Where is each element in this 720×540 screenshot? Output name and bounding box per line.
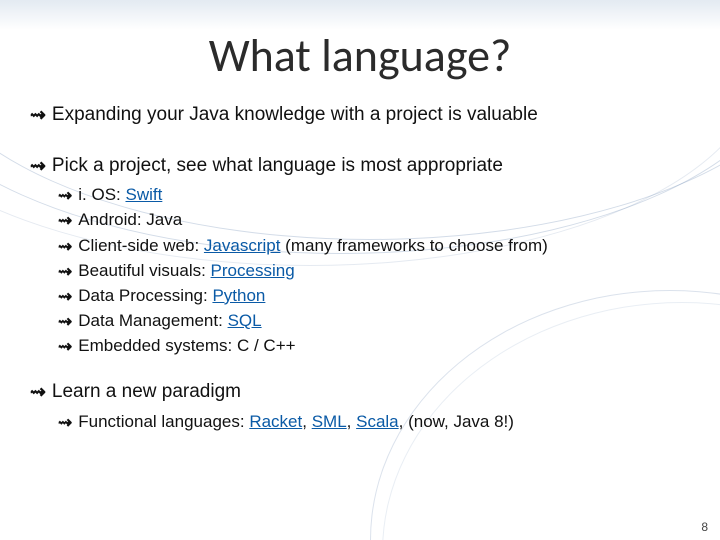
bullet-data-management: ⇝ Data Management: SQL (58, 311, 690, 333)
text-sep: , (347, 412, 356, 431)
bullet-new-paradigm: ⇝ Learn a new paradigm (30, 381, 690, 406)
bullet-client-web: ⇝ Client-side web: Javascript (many fram… (58, 236, 690, 258)
bullet-icon: ⇝ (58, 286, 72, 308)
bullet-icon: ⇝ (58, 210, 72, 232)
link-sql[interactable]: SQL (228, 311, 262, 330)
link-javascript[interactable]: Javascript (204, 236, 281, 255)
bullet-text: Embedded systems: C / C++ (78, 336, 295, 356)
link-sml[interactable]: SML (312, 412, 347, 431)
bullet-text: Beautiful visuals: Processing (78, 261, 294, 281)
text-sep: , (302, 412, 311, 431)
text-prefix: Beautiful visuals: (78, 261, 210, 280)
text-prefix: Data Processing: (78, 286, 212, 305)
bullet-pick-project: ⇝ Pick a project, see what language is m… (30, 155, 690, 180)
page-number: 8 (701, 520, 708, 534)
slide-body: What language? ⇝ Expanding your Java kno… (0, 0, 720, 540)
bullet-icon: ⇝ (30, 381, 46, 406)
slide-title: What language? (30, 28, 690, 84)
text-prefix: Client-side web: (78, 236, 204, 255)
text-prefix: Data Management: (78, 311, 227, 330)
bullet-text: Pick a project, see what language is mos… (52, 155, 503, 177)
bullet-text: Learn a new paradigm (52, 381, 241, 403)
bullet-data-processing: ⇝ Data Processing: Python (58, 286, 690, 308)
bullet-text: Data Processing: Python (78, 286, 265, 306)
bullet-android: ⇝ Android: Java (58, 210, 690, 232)
link-racket[interactable]: Racket (249, 412, 302, 431)
bullet-text: Client-side web: Javascript (many framew… (78, 236, 548, 256)
bullet-icon: ⇝ (58, 336, 72, 358)
bullet-text: Expanding your Java knowledge with a pro… (52, 104, 538, 126)
bullet-icon: ⇝ (30, 155, 46, 180)
bullet-text: i. OS: Swift (78, 185, 162, 205)
link-scala[interactable]: Scala (356, 412, 399, 431)
link-swift[interactable]: Swift (125, 185, 162, 204)
bullet-expanding-java: ⇝ Expanding your Java knowledge with a p… (30, 104, 690, 129)
text-prefix: i. OS: (78, 185, 125, 204)
bullet-ios: ⇝ i. OS: Swift (58, 185, 690, 207)
bullet-visuals: ⇝ Beautiful visuals: Processing (58, 261, 690, 283)
bullet-icon: ⇝ (58, 311, 72, 333)
bullet-icon: ⇝ (58, 185, 72, 207)
text-suffix: (many frameworks to choose from) (280, 236, 547, 255)
bullet-text: Data Management: SQL (78, 311, 261, 331)
bullet-icon: ⇝ (58, 261, 72, 283)
bullet-embedded: ⇝ Embedded systems: C / C++ (58, 336, 690, 358)
bullet-text: Android: Java (78, 210, 182, 230)
bullet-icon: ⇝ (30, 104, 46, 129)
link-processing[interactable]: Processing (211, 261, 295, 280)
text-prefix: Functional languages: (78, 412, 249, 431)
text-suffix: , (now, Java 8!) (399, 412, 514, 431)
bullet-icon: ⇝ (58, 412, 72, 434)
bullet-functional: ⇝ Functional languages: Racket, SML, Sca… (58, 412, 690, 434)
bullet-icon: ⇝ (58, 236, 72, 258)
link-python[interactable]: Python (212, 286, 265, 305)
bullet-text: Functional languages: Racket, SML, Scala… (78, 412, 514, 432)
